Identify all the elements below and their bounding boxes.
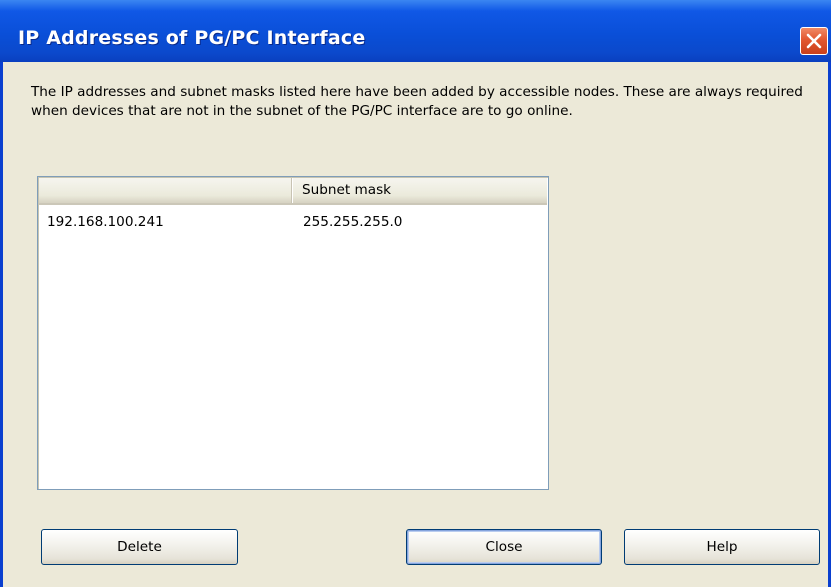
list-header: Subnet mask (39, 178, 547, 205)
window-title: IP Addresses of PG/PC Interface (18, 27, 366, 49)
title-bar[interactable]: IP Addresses of PG/PC Interface (0, 0, 831, 62)
ip-address-list[interactable]: Subnet mask 192.168.100.241 255.255.255.… (37, 176, 549, 490)
table-row[interactable]: 192.168.100.241 255.255.255.0 (39, 211, 547, 233)
ip-address-cell: 192.168.100.241 (47, 214, 164, 230)
close-button[interactable]: Close (406, 529, 602, 565)
column-header-ip-address[interactable] (39, 178, 292, 203)
description-text: The IP addresses and subnet masks listed… (31, 84, 803, 119)
close-window-button[interactable] (800, 27, 828, 55)
subnet-mask-cell: 255.255.255.0 (303, 214, 403, 230)
help-button[interactable]: Help (624, 529, 820, 565)
close-icon (806, 33, 822, 49)
column-header-subnet-mask[interactable]: Subnet mask (292, 178, 547, 203)
dialog-window: IP Addresses of PG/PC Interface The IP a… (0, 0, 831, 587)
delete-button[interactable]: Delete (41, 529, 238, 565)
